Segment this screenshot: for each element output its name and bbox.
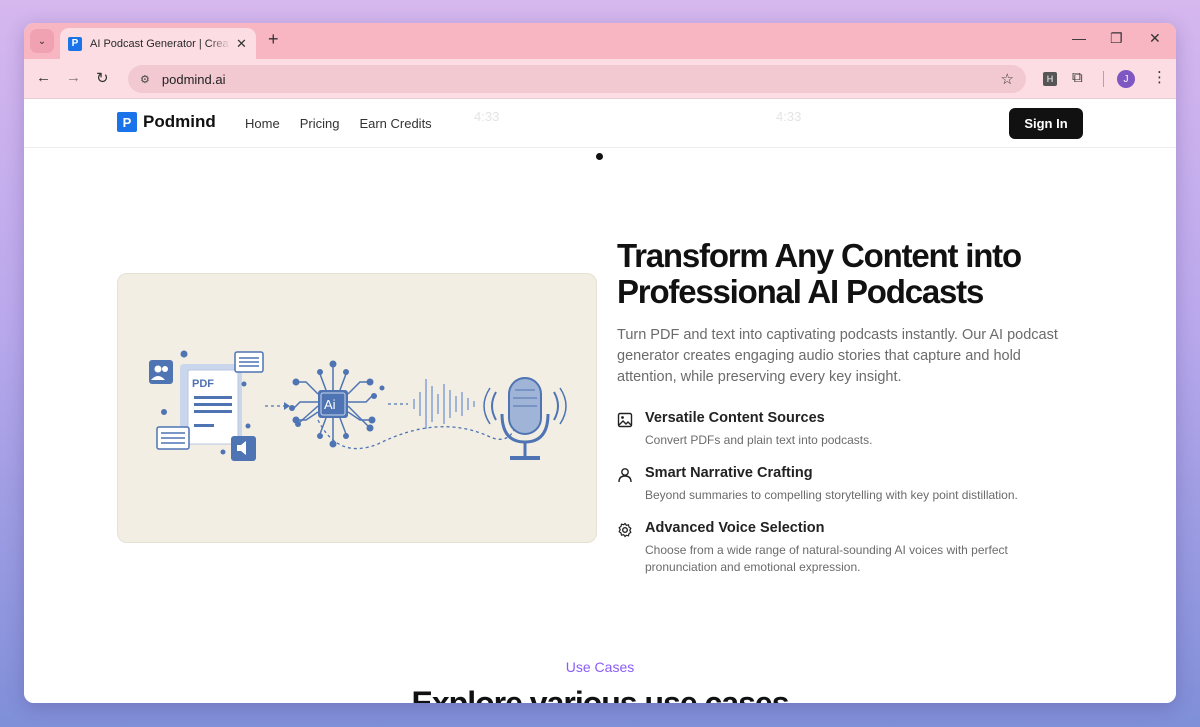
brand-name: Podmind	[143, 112, 216, 131]
extension-h-icon[interactable]: H	[1043, 72, 1057, 86]
tab-title: AI Podcast Generator | Create Podcasts	[90, 37, 230, 50]
sound-waveform	[413, 379, 475, 429]
back-arrow-icon[interactable]: ←	[36, 69, 51, 86]
hero-title: Transform Any Content into Professional …	[617, 237, 1022, 310]
feature-item: Advanced Voice Selection Choose from a w…	[617, 520, 1077, 580]
microphone-icon	[483, 377, 567, 460]
feature-desc: Beyond summaries to compelling storytell…	[645, 488, 1018, 502]
gear-icon	[618, 522, 632, 538]
ghost-timer-1: 4:33	[474, 109, 500, 124]
hero-subtitle: Turn PDF and text into captivating podca…	[617, 327, 1058, 385]
address-bar[interactable]: ⚙ podmind.ai ☆	[128, 65, 1026, 93]
ai-chip-label: Ai	[324, 397, 336, 412]
people-badge-icon	[149, 360, 173, 384]
feature-title: Smart Narrative Crafting	[645, 465, 813, 481]
pdf-to-podcast-diagram: PDF Ai	[149, 350, 567, 461]
use-cases-label: Use Cases	[565, 659, 635, 675]
extensions-puzzle-icon[interactable]: ⧉	[1072, 69, 1083, 86]
browser-toolbar: ← → ↻ ⚙ podmind.ai ☆ H ⧉ J ⋮	[24, 59, 1176, 99]
tab-close-icon[interactable]: ✕	[236, 36, 247, 52]
browser-window: ⌄ P AI Podcast Generator | Create Podcas…	[24, 23, 1176, 703]
use-cases-title: Explore various use cases	[411, 685, 790, 703]
sign-in-button[interactable]: Sign In	[1009, 108, 1083, 139]
feature-item: Smart Narrative Crafting Beyond summarie…	[617, 465, 1077, 515]
feature-desc: Convert PDFs and plain text into podcast…	[645, 433, 873, 447]
tab-search-chevron-icon[interactable]: ⌄	[30, 29, 54, 53]
web-page: 4:33 4:33 P Podmind Home Pricing Earn Cr…	[24, 99, 1176, 703]
url-text: podmind.ai	[161, 71, 226, 87]
feature-item: Versatile Content Sources Convert PDFs a…	[617, 410, 1077, 460]
ghost-timer-2: 4:33	[776, 109, 802, 124]
bookmark-star-icon[interactable]: ☆	[1001, 70, 1014, 88]
nav-pricing[interactable]: Pricing	[300, 116, 340, 131]
feature-title: Advanced Voice Selection	[645, 520, 825, 536]
site-info-icon[interactable]: ⚙	[140, 73, 150, 86]
tab-strip: ⌄ P AI Podcast Generator | Create Podcas…	[24, 23, 1176, 59]
profile-avatar[interactable]: J	[1117, 70, 1135, 88]
podmind-logo-icon: P	[117, 112, 137, 132]
pdf-label: PDF	[192, 378, 214, 390]
toolbar-divider	[1103, 71, 1104, 87]
nav-earn-credits[interactable]: Earn Credits	[359, 116, 431, 131]
hero-illustration: PDF Ai	[117, 273, 597, 543]
reload-icon[interactable]: ↻	[96, 69, 109, 87]
user-icon	[618, 468, 632, 483]
feature-desc: Choose from a wide range of natural-soun…	[645, 543, 1008, 574]
arrow-right-icon	[284, 402, 290, 410]
nav-home[interactable]: Home	[245, 116, 280, 131]
restore-icon[interactable]: ❐	[1110, 30, 1123, 47]
new-tab-plus-icon[interactable]: +	[268, 29, 279, 50]
favicon-icon: P	[68, 36, 82, 51]
forward-arrow-icon[interactable]: →	[66, 69, 81, 86]
minimize-icon[interactable]: —	[1072, 30, 1086, 46]
main-nav: Home Pricing Earn Credits	[245, 116, 432, 131]
site-header: 4:33 4:33 P Podmind Home Pricing Earn Cr…	[24, 99, 1176, 148]
feature-title: Versatile Content Sources	[645, 410, 825, 426]
brand-logo-link[interactable]: P Podmind	[117, 112, 216, 132]
carousel-dot[interactable]	[596, 153, 603, 160]
browser-tab-active[interactable]: P AI Podcast Generator | Create Podcasts…	[60, 28, 256, 59]
browser-menu-icon[interactable]: ⋮	[1152, 68, 1167, 86]
image-icon	[617, 412, 633, 428]
close-window-icon[interactable]: ✕	[1149, 30, 1161, 47]
